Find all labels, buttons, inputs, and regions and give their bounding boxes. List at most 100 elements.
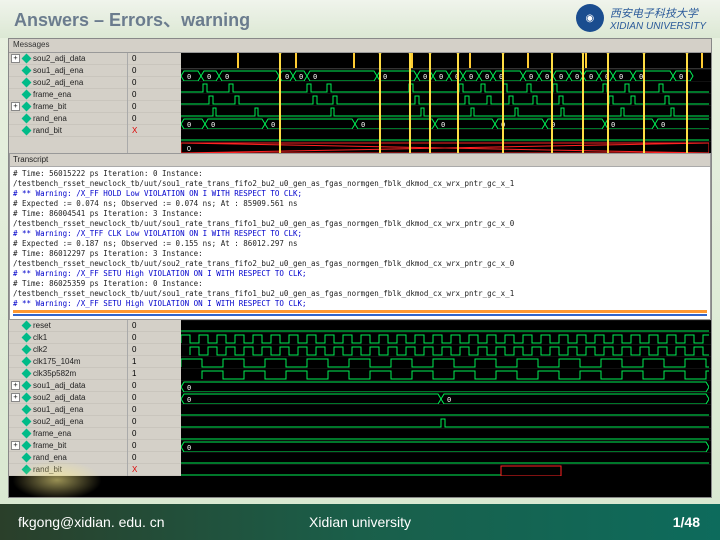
signal-row[interactable]: + sou2_adj_data: [9, 392, 127, 404]
waveform-row[interactable]: [181, 129, 711, 141]
time-cursor[interactable]: [607, 53, 609, 153]
signal-diamond-icon: [22, 66, 32, 76]
signal-row[interactable]: + sou2_adj_data: [9, 53, 127, 65]
signal-name: sou1_adj_data: [33, 381, 86, 390]
signal-diamond-icon: [22, 333, 32, 343]
waveform-row[interactable]: [181, 320, 711, 332]
signal-name: rand_bit: [33, 465, 62, 474]
waveform-area-top[interactable]: 00000000000000000000000000000000: [181, 53, 711, 153]
signal-name: sou2_adj_data: [33, 54, 86, 63]
signal-row[interactable]: rand_ena: [9, 113, 127, 125]
svg-text:0: 0: [285, 73, 289, 81]
signal-name: sou2_adj_data: [33, 393, 86, 402]
expand-icon[interactable]: +: [11, 54, 20, 63]
signal-row[interactable]: sou2_adj_ena: [9, 77, 127, 89]
signal-row[interactable]: rand_ena: [9, 452, 127, 464]
timescale-ruler[interactable]: [181, 53, 711, 69]
signal-row[interactable]: rand_bit: [9, 125, 127, 137]
signal-name: sou2_adj_ena: [33, 417, 83, 426]
signal-value: 0: [128, 416, 181, 428]
signal-row[interactable]: clk2: [9, 344, 127, 356]
waveform-row[interactable]: [181, 416, 711, 428]
svg-text:0: 0: [611, 121, 615, 129]
svg-text:0: 0: [187, 396, 191, 404]
time-cursor[interactable]: [457, 53, 459, 153]
svg-text:0: 0: [187, 444, 191, 452]
signal-row[interactable]: clk175_104m: [9, 356, 127, 368]
signal-diamond-icon: [22, 126, 32, 136]
signal-value: 0: [128, 77, 181, 89]
svg-text:0: 0: [211, 121, 215, 129]
time-cursor[interactable]: [582, 53, 584, 153]
signal-value: 1: [128, 368, 181, 380]
signal-row[interactable]: reset: [9, 320, 127, 332]
svg-text:0: 0: [545, 73, 549, 81]
expand-icon[interactable]: +: [11, 393, 20, 402]
waveform-row[interactable]: 0: [181, 141, 711, 153]
waveform-row[interactable]: [181, 368, 711, 380]
transcript-content[interactable]: # Time: 56015222 ps Iteration: 0 Instanc…: [13, 169, 707, 309]
waveform-row[interactable]: [181, 344, 711, 356]
signal-name: frame_bit: [33, 441, 66, 450]
time-cursor[interactable]: [686, 53, 688, 153]
waveform-row[interactable]: 00: [181, 392, 711, 404]
svg-text:0: 0: [485, 73, 489, 81]
waveform-row[interactable]: [181, 452, 711, 464]
expand-icon[interactable]: +: [11, 441, 20, 450]
time-cursor[interactable]: [502, 53, 504, 153]
time-cursor[interactable]: [551, 53, 553, 153]
signal-row[interactable]: +frame_bit: [9, 101, 127, 113]
signal-name: rand_bit: [33, 126, 62, 135]
signal-names-column: resetclk1clk2clk175_104mclk35p582m+sou1_…: [9, 320, 127, 476]
waveform-area-bottom[interactable]: 0000: [181, 320, 711, 476]
expand-icon[interactable]: +: [11, 381, 20, 390]
signal-value: 0: [128, 113, 181, 125]
waveform-row[interactable]: [181, 356, 711, 368]
signal-value: 0: [128, 428, 181, 440]
signal-diamond-icon: [22, 369, 32, 379]
transcript-line: # Time: 56015222 ps Iteration: 0 Instanc…: [13, 169, 707, 189]
waveform-row[interactable]: [181, 81, 711, 93]
signal-row[interactable]: clk35p582m: [9, 368, 127, 380]
waveform-row[interactable]: [181, 332, 711, 344]
waveform-row[interactable]: [181, 464, 711, 476]
waveform-row[interactable]: [181, 404, 711, 416]
time-cursor[interactable]: [643, 53, 645, 153]
waveform-row[interactable]: 000000000: [181, 117, 711, 129]
signal-row[interactable]: frame_ena: [9, 428, 127, 440]
waveform-row[interactable]: [181, 105, 711, 117]
signal-value: 0: [128, 53, 181, 65]
signal-value: X: [128, 125, 181, 137]
signal-row[interactable]: rand_bit: [9, 464, 127, 476]
time-cursor[interactable]: [429, 53, 431, 153]
signal-row[interactable]: sou1_adj_ena: [9, 404, 127, 416]
time-cursor[interactable]: [279, 53, 281, 153]
signal-name: rand_ena: [33, 114, 67, 123]
svg-text:0: 0: [439, 73, 443, 81]
signal-name: rand_ena: [33, 453, 67, 462]
signal-name: sou2_adj_ena: [33, 78, 83, 87]
signal-diamond-icon: [22, 114, 32, 124]
signal-diamond-icon: [22, 357, 32, 367]
signal-diamond-icon: [22, 441, 32, 451]
signal-diamond-icon: [22, 393, 32, 403]
signal-row[interactable]: sou2_adj_ena: [9, 416, 127, 428]
signal-row[interactable]: clk1: [9, 332, 127, 344]
signal-row[interactable]: + frame_bit: [9, 440, 127, 452]
signal-value: X: [128, 464, 181, 476]
waveform-row[interactable]: 0: [181, 440, 711, 452]
signal-row[interactable]: frame_ena: [9, 89, 127, 101]
waveform-row[interactable]: [181, 428, 711, 440]
signal-row[interactable]: + sou1_adj_data: [9, 380, 127, 392]
signal-name: frame_ena: [33, 429, 71, 438]
svg-text:0: 0: [187, 384, 191, 392]
transcript-line: # Time: 86012297 ps Iteration: 3 Instanc…: [13, 249, 707, 269]
waveform-row[interactable]: [181, 93, 711, 105]
signal-values-column: 000000X: [127, 53, 181, 153]
expand-icon[interactable]: +: [11, 102, 20, 111]
signal-row[interactable]: sou1_adj_ena: [9, 65, 127, 77]
time-cursor[interactable]: [409, 53, 411, 153]
time-cursor[interactable]: [379, 53, 381, 153]
waveform-row[interactable]: 0000000000000000000000: [181, 69, 711, 81]
waveform-row[interactable]: 0: [181, 380, 711, 392]
